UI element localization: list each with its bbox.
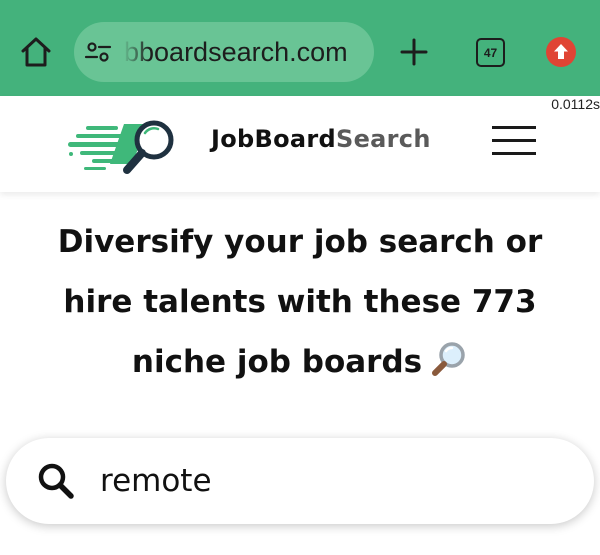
headline-line-1: Diversify your job search or	[57, 224, 543, 260]
new-tab-icon[interactable]	[396, 34, 432, 70]
site-header: JobBoardSearch	[0, 96, 600, 192]
tab-count: 47	[483, 45, 498, 60]
logo-text-search: Search	[336, 125, 431, 153]
site-settings-icon[interactable]	[84, 40, 112, 64]
hero-headline: Diversify your job search or hire talent…	[30, 212, 570, 392]
headline-line-3: niche job boards	[30, 332, 570, 392]
search-icon[interactable]	[36, 461, 76, 501]
extension-button[interactable]	[546, 37, 576, 67]
headline-line-2: hire talents with these 773	[63, 284, 537, 320]
address-bar[interactable]: bboardsearch.com	[74, 22, 374, 82]
tab-switcher-button[interactable]: 47	[476, 38, 505, 67]
browser-toolbar: bboardsearch.com 47	[0, 0, 600, 96]
magnifying-glass-emoji-icon	[432, 342, 465, 376]
url-text[interactable]: bboardsearch.com	[124, 36, 366, 68]
timing-readout: 0.0112s	[551, 96, 600, 112]
logo-magnifier-icon[interactable]	[66, 118, 178, 176]
upload-arrow-icon	[554, 44, 568, 59]
search-input[interactable]	[100, 455, 560, 507]
search-box[interactable]	[6, 438, 594, 524]
logo-text-jobboard: JobBoard	[211, 125, 336, 153]
headline-line-3-text: niche job boards	[131, 344, 423, 380]
site-logo[interactable]: JobBoardSearch	[211, 122, 431, 156]
home-icon[interactable]	[16, 32, 56, 72]
hamburger-menu-icon[interactable]	[490, 124, 538, 158]
url-fade	[118, 22, 150, 82]
